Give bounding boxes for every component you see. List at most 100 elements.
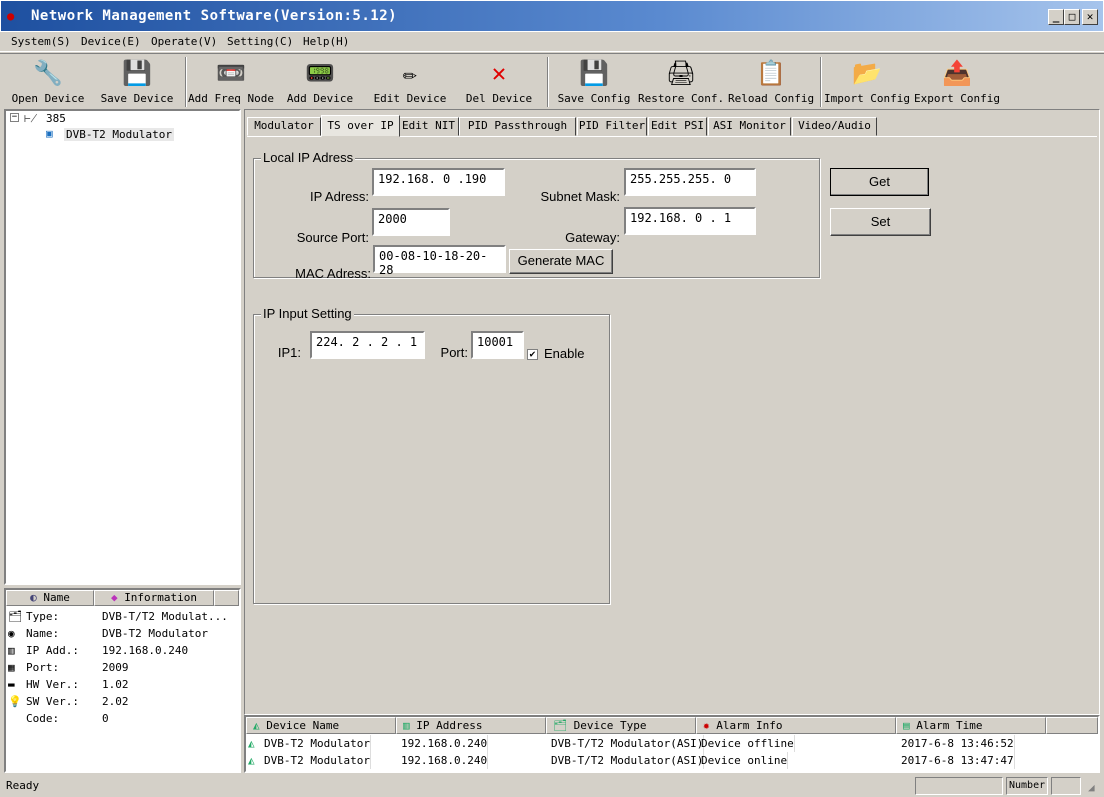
info-name: Code: (26, 712, 60, 725)
table-row[interactable]: DVB-T2 Modulator 192.168.0.240 DVB-T/T2 Mo… (246, 735, 1098, 752)
info-value: 1.02 (102, 678, 129, 691)
minimize-button[interactable]: _ (1048, 9, 1064, 25)
menu-setting[interactable]: Setting(C) (227, 35, 293, 48)
tab-modulator[interactable]: Modulator (247, 117, 321, 136)
column-header-alarm-time[interactable]: ▤ Alarm Time (896, 717, 1046, 734)
gateway-input[interactable]: 192.168. 0 . 1 (624, 207, 756, 235)
table-cell: DVB-T2 Modulator (264, 735, 371, 752)
status-pane (915, 777, 1003, 795)
toolbar-separator (547, 57, 549, 107)
export-config-icon: 📤 (942, 59, 972, 87)
toolbar-button-save-config[interactable]: 💾 Save Config (550, 58, 638, 108)
tab-edit-nit[interactable]: Edit NIT (398, 117, 459, 136)
menu-device[interactable]: Device(E) (81, 35, 141, 48)
device-status-icon: ◭ (248, 737, 255, 750)
table-cell: 192.168.0.240 (401, 735, 489, 752)
toolbar-button-export-config[interactable]: 📤 Export Config (913, 58, 1001, 108)
resize-grip-icon[interactable]: ◢ (1088, 781, 1095, 794)
info-row: Code: 0 (6, 710, 239, 727)
import-config-icon: 📂 (852, 59, 882, 87)
table-cell: DVB-T/T2 Modulator(ASI) (551, 752, 705, 769)
gateway-label: Gateway: (565, 230, 620, 245)
mac-address-input[interactable]: 00-08-10-18-20-28 (373, 245, 506, 277)
toolbar-button-label: Restore Conf. (638, 92, 725, 105)
delete-icon: ✕ (491, 59, 507, 87)
tab-edit-psi[interactable]: Edit PSI (648, 117, 707, 136)
info-header-name[interactable]: ◐ Name (6, 590, 94, 606)
mac-address-label: MAC Adress: (295, 266, 371, 281)
toolbar-button-edit-device[interactable]: ✏ Edit Device (367, 58, 453, 108)
tab-video-audio[interactable]: Video/Audio (792, 117, 877, 136)
port-label: Port: (440, 345, 468, 360)
menu-operate[interactable]: Operate(V) (151, 35, 217, 48)
info-name: Port: (26, 661, 60, 674)
tab-pid-filter[interactable]: PID Filter (577, 117, 647, 136)
toolbar-button-del-device[interactable]: ✕ Del Device (457, 58, 541, 108)
tree-root[interactable]: 385 (46, 112, 66, 125)
info-name: Type: (26, 610, 60, 623)
info-value: 192.168.0.240 (102, 644, 189, 657)
info-value: 0 (102, 712, 109, 725)
table-cell: 2017-6-8 13:47:47 (901, 752, 1015, 769)
column-header-alarm-info[interactable]: ✹ Alarm Info (696, 717, 896, 734)
ip1-label: IP1: (277, 345, 301, 360)
info-row: ▬ HW Ver.: 1.02 (6, 676, 239, 693)
enable-checkbox[interactable]: ✔ (527, 349, 538, 360)
menu-system[interactable]: System(S) (11, 35, 71, 48)
info-name: SW Ver.: (26, 695, 79, 708)
subnet-mask-label: Subnet Mask: (540, 189, 621, 204)
info-header-information[interactable]: ◆ Information (94, 590, 214, 606)
generate-mac-button[interactable]: Generate MAC (509, 249, 613, 274)
tab-ts-over-ip[interactable]: TS over IP (321, 115, 400, 137)
ip1-input[interactable]: 224. 2 . 2 . 1 (310, 331, 425, 359)
source-port-input[interactable]: 2000 (372, 208, 450, 236)
toolbar-button-label: Import Config (823, 92, 911, 105)
main-panel: Modulator TS over IP Edit NIT PID Passthrou… (244, 109, 1100, 715)
maximize-button[interactable]: □ (1064, 9, 1080, 25)
toolbar-button-label: Add Device (286, 92, 354, 105)
set-button[interactable]: Set (830, 208, 931, 236)
info-row: ◉ Name: DVB-T2 Modulator (6, 625, 239, 642)
subnet-mask-input[interactable]: 255.255.255. 0 (624, 168, 756, 196)
toolbar-button-import-config[interactable]: 📂 Import Config (823, 58, 911, 108)
tree-node-device[interactable]: DVB-T2 Modulator (64, 128, 174, 141)
port-input[interactable]: 10001 (471, 331, 524, 359)
toolbar-button-save-device[interactable]: 💾 Save Device (95, 58, 179, 108)
toolbar-separator (820, 57, 822, 107)
table-row[interactable]: DVB-T2 Modulator 192.168.0.240 DVB-T/T2 Mo… (246, 752, 1098, 769)
toolbar-button-add-device[interactable]: 📟 Add Device (277, 58, 363, 108)
toolbar-button-label: Save Device (100, 92, 174, 105)
local-ip-group: Local IP Adress IP Adress: 192.168. 0 .1… (253, 150, 820, 281)
enable-label: Enable (544, 346, 585, 361)
add-freq-node-icon: 📼 (216, 59, 246, 87)
table-cell: 192.168.0.240 (401, 752, 489, 769)
device-type-icon: 🗂 (553, 719, 574, 732)
toolbar-button-label: Edit Device (373, 92, 447, 105)
sw-icon: 💡 (8, 695, 22, 708)
device-icon: ▣ (46, 127, 53, 140)
toolbar-button-open-device[interactable]: 🔧 Open Device (4, 58, 92, 108)
toolbar-button-restore-conf[interactable]: 🖨 Restore Conf. (638, 58, 724, 108)
tab-asi-monitor[interactable]: ASI Monitor (708, 117, 791, 136)
name-icon: ◉ (8, 627, 15, 640)
number-indicator: Number (1006, 777, 1048, 795)
save-device-icon: 💾 (122, 59, 152, 87)
table-cell: DVB-T/T2 Modulator(ASI) (551, 735, 705, 752)
info-row: ▥ IP Add.: 192.168.0.240 (6, 642, 239, 659)
toolbar-button-add-freq-node[interactable]: 📼 Add Freq Node (187, 58, 275, 108)
close-button[interactable]: ✕ (1082, 9, 1098, 25)
column-header-device-name[interactable]: ◭ Device Name (246, 717, 396, 734)
column-header-device-type[interactable]: 🗂 Device Type (546, 717, 696, 734)
title-bar: ● Network Management Software(Version:5.… (0, 0, 1104, 32)
edit-device-icon: ✏ (402, 59, 418, 87)
tab-pid-passthrough[interactable]: PID Passthrough (459, 117, 576, 136)
toolbar-separator (185, 57, 187, 107)
column-header-ip-address[interactable]: ▥ IP Address (396, 717, 546, 734)
info-row: ▦ Port: 2009 (6, 659, 239, 676)
toolbar-button-reload-config[interactable]: 📋 Reload Config (728, 58, 814, 108)
get-button[interactable]: Get (830, 168, 929, 196)
column-header-label: Device Name (266, 719, 340, 732)
menu-help[interactable]: Help(H) (303, 35, 349, 48)
collapse-icon[interactable]: − (10, 113, 19, 122)
ip-input-group: IP Input Setting IP1: 224. 2 . 2 . 1 Por… (253, 306, 610, 604)
